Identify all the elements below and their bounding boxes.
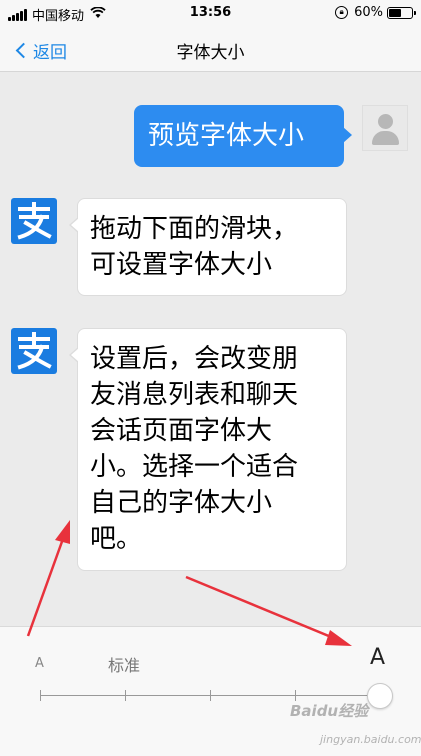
font-standard-label: 标准 — [108, 656, 141, 675]
battery-percent: 60% — [354, 5, 383, 20]
page-title: 字体大小 — [176, 43, 245, 63]
baidu-watermark-url: jingyan.baidu.com — [320, 733, 421, 746]
orientation-lock-icon: 🔒︎ — [335, 6, 349, 19]
alipay-avatar — [11, 198, 57, 244]
nav-bar: 返回 字体大小 — [0, 26, 421, 72]
chat-preview: 预览字体大小 拖动下面的滑块， 可设置字体大小 设置后，会改变朋 友消息列表和聊… — [0, 72, 421, 626]
status-bar: 中国移动 13:56 🔒︎ 60% — [0, 0, 421, 26]
font-size-slider-thumb[interactable] — [367, 683, 393, 709]
message-bubble-outgoing: 预览字体大小 — [134, 105, 352, 167]
alipay-logo-icon — [17, 202, 52, 240]
font-large-label: A — [370, 645, 386, 670]
alipay-logo-icon — [17, 332, 52, 370]
battery-icon — [387, 6, 416, 19]
slider-tick — [125, 690, 126, 701]
message-bubble-incoming: 拖动下面的滑块， 可设置字体大小 — [69, 198, 347, 296]
font-size-slider-track[interactable] — [40, 690, 380, 701]
alipay-avatar — [11, 328, 57, 374]
baidu-watermark: Baidu经验 — [290, 702, 369, 720]
font-small-label: A — [35, 656, 44, 671]
slider-tick — [40, 690, 41, 701]
slider-tick — [210, 690, 211, 701]
status-right: 🔒︎ 60% — [335, 5, 416, 20]
user-avatar — [362, 105, 408, 151]
message-bubble-incoming: 设置后，会改变朋 友消息列表和聊天 会话页面字体大 小。选择一个适合 自己的字体… — [69, 328, 347, 571]
